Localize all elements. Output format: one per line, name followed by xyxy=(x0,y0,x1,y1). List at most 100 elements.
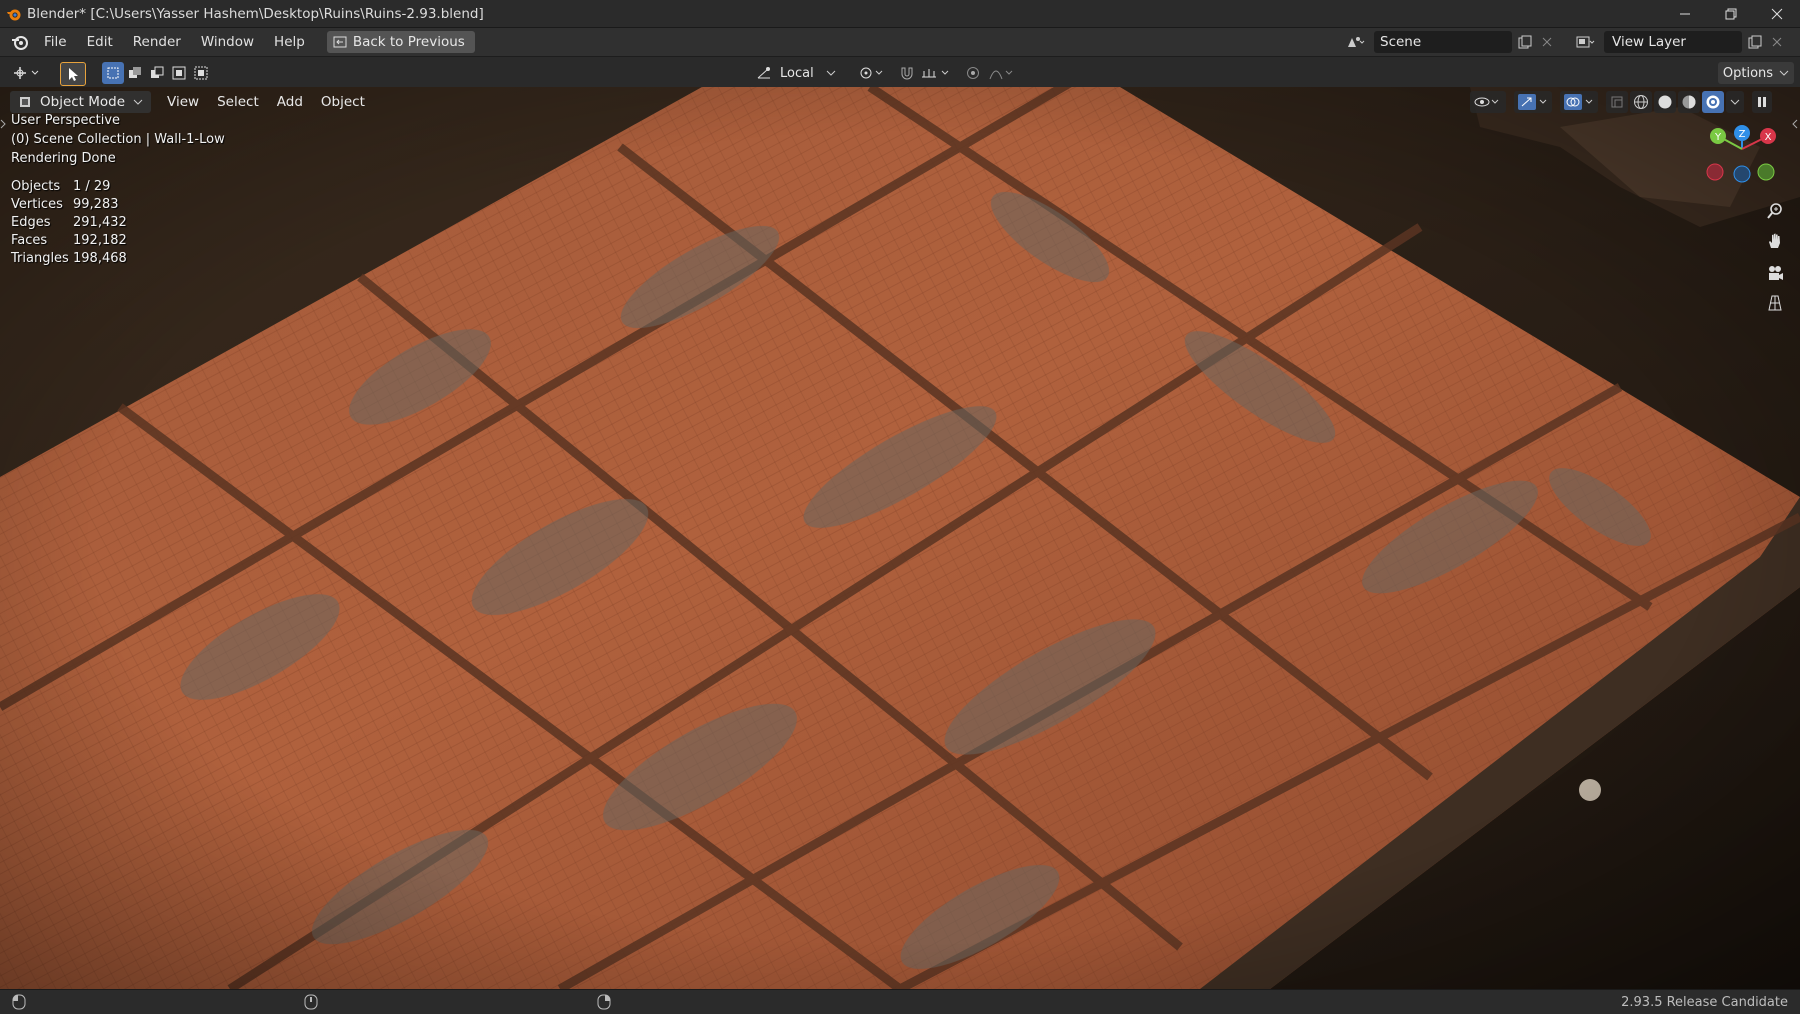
transform-orientation-dropdown[interactable]: Local xyxy=(752,62,846,84)
overlays-toggle[interactable] xyxy=(1560,91,1598,113)
3d-viewport[interactable]: Object Mode View Select Add Object User … xyxy=(0,87,1800,989)
back-screen-icon xyxy=(333,36,347,48)
menu-file[interactable]: File xyxy=(34,28,77,56)
viewport-render xyxy=(0,87,1800,989)
snap-target-dropdown[interactable] xyxy=(918,62,954,84)
proportional-edit-icon xyxy=(967,67,979,79)
grid-perspective-icon xyxy=(1768,295,1782,311)
shading-wireframe-button[interactable] xyxy=(1630,91,1652,113)
blender-logo-icon xyxy=(7,9,21,20)
material-sphere-icon xyxy=(1682,95,1696,109)
snap-toggle[interactable] xyxy=(896,62,918,84)
shading-material-button[interactable] xyxy=(1678,91,1700,113)
view-layer-field[interactable]: View Layer xyxy=(1604,31,1742,53)
editor-type-icon xyxy=(14,67,39,79)
back-to-previous-button[interactable]: Back to Previous xyxy=(326,31,475,53)
navigation-gizmo[interactable]: Z X Y xyxy=(1700,121,1790,191)
editor-type-button[interactable] xyxy=(8,62,46,84)
object-mode-dropdown[interactable]: Object Mode xyxy=(10,91,152,113)
xray-toggle[interactable] xyxy=(1606,91,1628,113)
stat-faces-value: 192,182 xyxy=(73,233,127,248)
snap-increment-icon xyxy=(922,69,949,78)
stat-objects-label: Objects xyxy=(11,179,61,194)
menu-window[interactable]: Window xyxy=(191,28,264,56)
view-layer-browse-button[interactable] xyxy=(1570,31,1602,53)
select-invert-icon xyxy=(172,66,186,80)
menu-render[interactable]: Render xyxy=(123,28,191,56)
object-visibility-dropdown[interactable] xyxy=(1470,91,1506,113)
pivot-point-dropdown[interactable] xyxy=(856,62,888,84)
blender-logo-icon xyxy=(12,36,28,50)
stat-edges-value: 291,432 xyxy=(73,215,127,230)
toolbar-expand-button[interactable] xyxy=(0,117,8,131)
shading-options-dropdown[interactable] xyxy=(1726,91,1744,113)
delete-scene-button[interactable] xyxy=(1538,31,1556,53)
delete-view-layer-button[interactable] xyxy=(1768,31,1786,53)
eye-icon xyxy=(1474,97,1499,107)
close-icon xyxy=(1771,8,1783,19)
mouse-left-click-icon xyxy=(12,994,26,1010)
back-to-previous-label: Back to Previous xyxy=(352,34,465,50)
select-mode-intersect-button[interactable] xyxy=(190,62,212,84)
shading-solid-button[interactable] xyxy=(1654,91,1676,113)
viewport-header: Object Mode View Select Add Object xyxy=(10,91,375,113)
proportional-falloff-dropdown[interactable] xyxy=(986,62,1018,84)
chevron-down-icon xyxy=(1779,70,1789,76)
select-mode-new-button[interactable] xyxy=(102,62,124,84)
proportional-editing-toggle[interactable] xyxy=(962,62,984,84)
gizmo-toggle[interactable] xyxy=(1514,91,1552,113)
zoom-button[interactable] xyxy=(1764,200,1786,222)
gizmo-z-label: Z xyxy=(1739,129,1746,140)
duplicate-icon xyxy=(1518,35,1532,49)
new-scene-button[interactable] xyxy=(1514,31,1536,53)
gizmo-neg-z-axis[interactable] xyxy=(1733,165,1751,183)
shading-rendered-button[interactable] xyxy=(1702,91,1724,113)
sidebar-expand-button[interactable] xyxy=(1792,117,1800,131)
gizmo-neg-y-axis[interactable] xyxy=(1757,163,1775,181)
blender-menu-button[interactable] xyxy=(6,28,34,56)
pan-button[interactable] xyxy=(1764,230,1786,252)
rendered-sphere-icon xyxy=(1706,95,1720,109)
solid-sphere-icon xyxy=(1658,95,1672,109)
restore-button[interactable] xyxy=(1708,0,1754,27)
viewport-menu-add[interactable]: Add xyxy=(269,91,311,113)
close-icon xyxy=(1772,37,1782,47)
status-bar: 2.93.5 Release Candidate xyxy=(0,989,1800,1014)
viewport-menu-view[interactable]: View xyxy=(159,91,207,113)
close-button[interactable] xyxy=(1754,0,1800,27)
select-tool-button[interactable] xyxy=(60,62,86,86)
stat-edges-label: Edges xyxy=(11,215,51,230)
select-subtract-icon xyxy=(151,66,164,78)
xray-icon xyxy=(1611,96,1623,108)
scene-browse-button[interactable] xyxy=(1340,31,1372,53)
pause-render-button[interactable] xyxy=(1752,91,1772,113)
object-mode-icon xyxy=(20,97,30,107)
menu-help[interactable]: Help xyxy=(264,28,315,56)
title-bar: Blender* [C:\Users\Yasser Hashem\Desktop… xyxy=(0,0,1800,28)
minimize-icon xyxy=(1680,13,1690,14)
menu-edit[interactable]: Edit xyxy=(77,28,123,56)
select-mode-extend-button[interactable] xyxy=(124,62,146,84)
falloff-curve-icon xyxy=(989,70,1013,80)
chevron-down-icon xyxy=(826,70,836,76)
options-label: Options xyxy=(1722,65,1774,81)
ortho-toggle-button[interactable] xyxy=(1764,292,1786,314)
chevron-right-icon xyxy=(0,119,6,129)
view-layer-icon xyxy=(1576,36,1595,48)
select-mode-invert-button[interactable] xyxy=(168,62,190,84)
select-mode-subtract-button[interactable] xyxy=(146,62,168,84)
pivot-point-icon xyxy=(860,67,883,79)
gizmo-y-label: Y xyxy=(1714,132,1722,143)
viewport-menu-select[interactable]: Select xyxy=(209,91,267,113)
scene-name-field[interactable]: Scene xyxy=(1374,31,1512,53)
stat-objects-value: 1 / 29 xyxy=(73,179,111,194)
gizmo-neg-x-axis[interactable] xyxy=(1706,163,1724,181)
chevron-left-icon xyxy=(1792,119,1798,129)
viewport-menu-object[interactable]: Object xyxy=(313,91,373,113)
transform-orientation-value: Local xyxy=(780,65,814,81)
stat-faces-label: Faces xyxy=(11,233,48,248)
new-view-layer-button[interactable] xyxy=(1744,31,1766,53)
minimize-button[interactable] xyxy=(1662,0,1708,27)
options-dropdown[interactable]: Options xyxy=(1718,62,1794,84)
camera-view-button[interactable] xyxy=(1764,262,1786,284)
